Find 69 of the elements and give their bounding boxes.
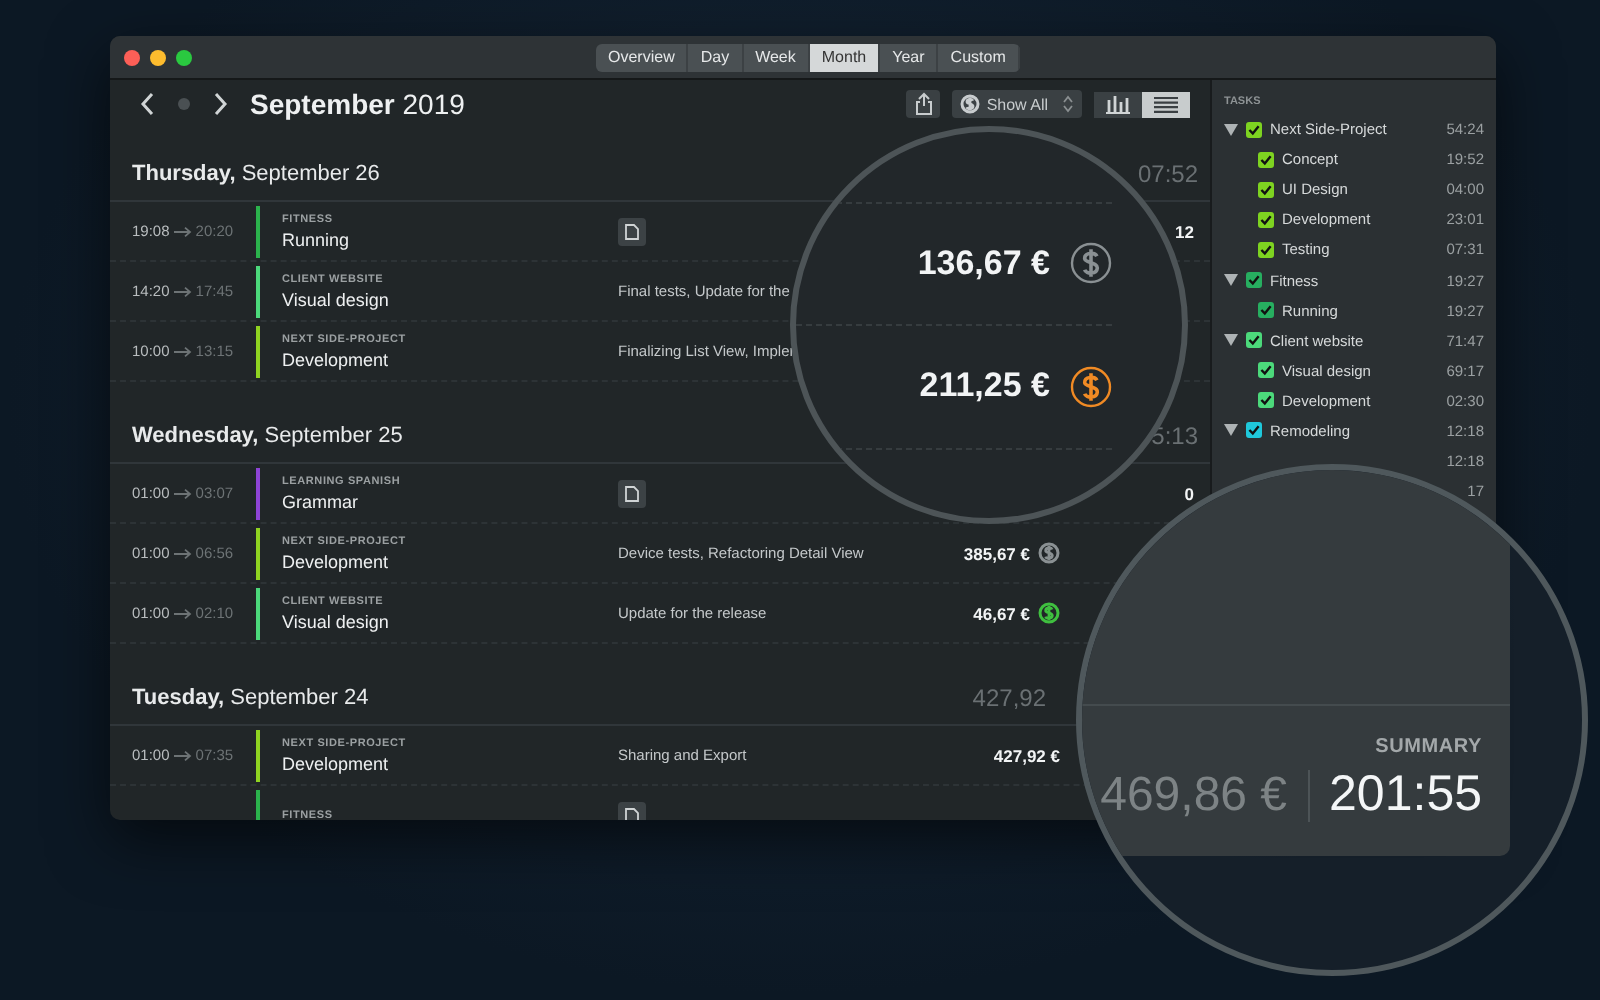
day-title: Tuesday, September 24: [132, 686, 369, 710]
bar-chart-icon: [1106, 94, 1130, 114]
checkmark-icon: [1260, 394, 1272, 407]
entry-amount: 427,92 €: [993, 745, 1060, 765]
checkmark-icon: [1260, 153, 1272, 166]
list-view-button[interactable]: [1142, 91, 1190, 117]
checkmark-icon: [1260, 364, 1272, 377]
checkmark-icon: [1260, 304, 1272, 317]
range-tab[interactable]: Day: [688, 43, 744, 71]
task-checkbox[interactable]: [1246, 332, 1262, 349]
arrow-icon: [173, 547, 192, 559]
filter-dropdown[interactable]: Show All: [952, 90, 1082, 118]
entry-amount: 0: [1184, 483, 1194, 503]
task-title: Development: [282, 551, 391, 571]
chart-view-button[interactable]: [1094, 91, 1142, 117]
task-title: Development: [282, 753, 391, 773]
task-checkbox[interactable]: [1258, 181, 1274, 198]
task-title: Running: [282, 229, 352, 249]
checkmark-icon: [1248, 274, 1260, 287]
task-checkbox[interactable]: [1258, 211, 1274, 228]
checkmark-icon: [1260, 243, 1272, 256]
arrow-icon: [173, 607, 192, 619]
disclosure-triangle-icon[interactable]: [1224, 123, 1238, 136]
checkmark-icon: [1260, 183, 1272, 196]
range-tab[interactable]: Overview: [596, 43, 689, 71]
task-checkbox[interactable]: [1258, 151, 1274, 168]
summary-amount: 469,86 €: [1100, 767, 1288, 823]
task-checkbox[interactable]: [1246, 272, 1262, 289]
arrow-icon: [173, 345, 192, 357]
day-title: Wednesday, September 25: [132, 424, 403, 448]
task-checkbox[interactable]: [1246, 121, 1262, 138]
entry-amount: 385,67 €: [963, 543, 1030, 563]
task-title: Development: [282, 349, 391, 369]
task-checkbox[interactable]: [1258, 241, 1274, 258]
checkmark-icon: [1248, 424, 1260, 437]
checkmark-icon: [1248, 123, 1260, 136]
summary-heading: SUMMARY: [1375, 736, 1482, 758]
magnified-amount: 211,25 €: [919, 366, 1050, 406]
arrow-icon: [173, 285, 192, 297]
day-total: 427,92: [972, 684, 1046, 712]
task-title: Grammar: [282, 491, 360, 511]
entry-amount: 46,67 €: [973, 603, 1030, 623]
stepper-icon: [1062, 94, 1074, 114]
disclosure-triangle-icon[interactable]: [1224, 424, 1238, 437]
task-checkbox[interactable]: [1246, 422, 1262, 439]
range-tab[interactable]: Year: [880, 43, 939, 71]
list-icon: [1154, 95, 1178, 113]
arrow-icon: [173, 487, 192, 499]
filter-label: Show All: [986, 95, 1048, 113]
dollar-icon: [960, 94, 981, 114]
task-title: Visual design: [282, 289, 391, 309]
month-title: September 2019: [250, 88, 465, 120]
share-button[interactable]: [906, 90, 941, 118]
share-icon: [913, 92, 934, 116]
range-tab[interactable]: Month: [809, 43, 881, 71]
disclosure-triangle-icon[interactable]: [1224, 334, 1238, 347]
task-checkbox[interactable]: [1258, 302, 1274, 319]
magnified-amount: 136,67 €: [917, 243, 1050, 283]
checkmark-icon: [1260, 213, 1272, 226]
day-total: 07:52: [1137, 160, 1198, 188]
disclosure-triangle-icon[interactable]: [1224, 274, 1238, 287]
day-title: Thursday, September 26: [132, 162, 380, 186]
checkmark-icon: [1248, 334, 1260, 347]
arrow-icon: [173, 225, 192, 237]
range-tab[interactable]: Custom: [938, 43, 1020, 71]
summary-duration: 201:55: [1329, 766, 1482, 824]
entry-amount: 12: [1175, 221, 1194, 241]
arrow-icon: [173, 749, 192, 761]
task-title: Visual design: [282, 611, 391, 631]
